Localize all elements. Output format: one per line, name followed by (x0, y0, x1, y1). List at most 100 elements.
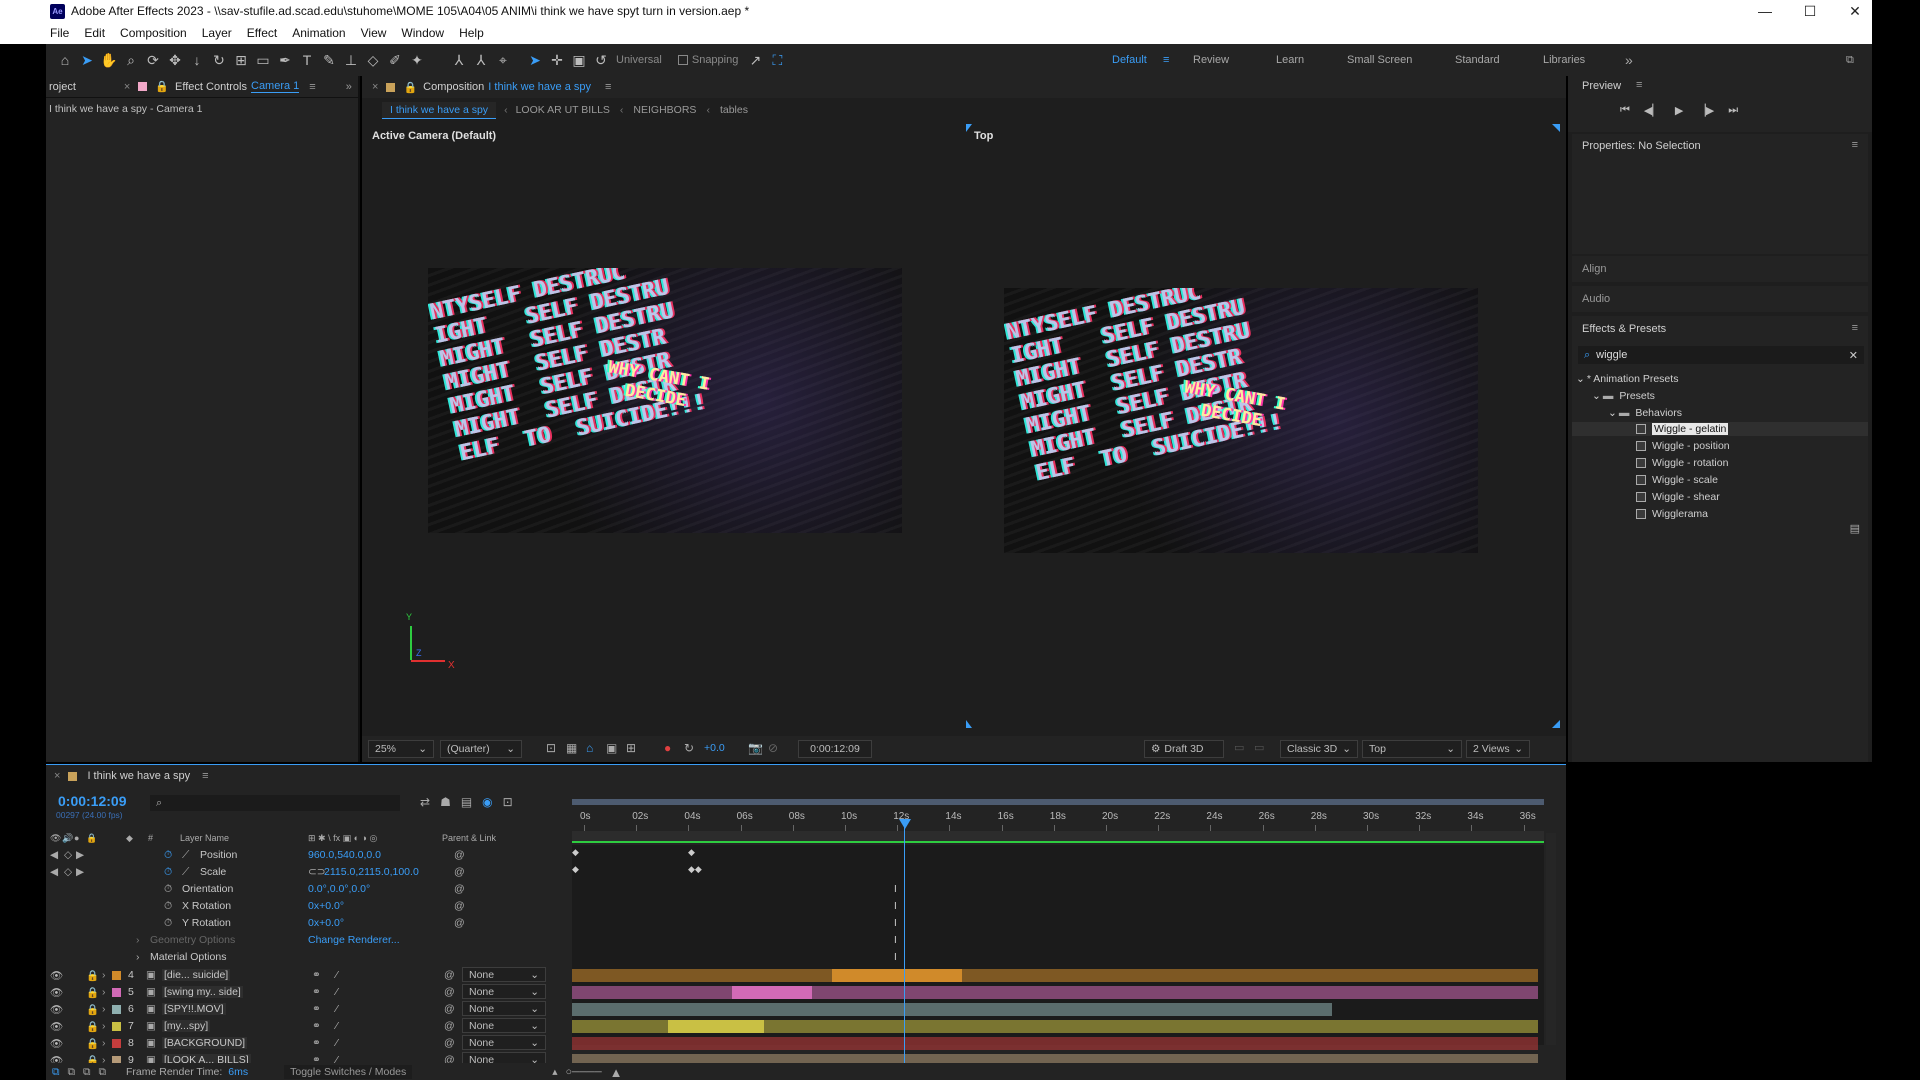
zoom-slider[interactable]: ○──── (566, 1066, 602, 1078)
close-timeline-icon[interactable]: × (54, 770, 60, 782)
parent-dropdown[interactable]: None ⌄ (462, 1001, 546, 1016)
rotate-tool-icon[interactable]: ↻ (208, 49, 230, 71)
lock-icon[interactable]: 🔒 (86, 1003, 99, 1016)
renderer-dropdown[interactable]: Classic 3D ⌄ (1280, 740, 1358, 758)
reset-exposure-icon[interactable]: ↻ (684, 741, 694, 755)
workspace-default[interactable]: Default (1112, 44, 1147, 76)
layer-row[interactable]: 👁 🔒 › 5 ▣ [swing my.. side] ⚭ ⁄ @ None ⌄ (46, 984, 568, 1000)
maximize-button[interactable]: ☐ (1790, 0, 1830, 22)
preset-item[interactable]: Wiggle - position (1636, 439, 1730, 453)
region-of-interest-icon[interactable]: ▣ (606, 741, 617, 755)
next-frame-icon[interactable]: ▕▶ (1697, 104, 1714, 117)
work-area-range[interactable] (572, 799, 1544, 805)
graph-editor-icon[interactable]: ⊡ (503, 795, 513, 809)
menu-edit[interactable]: Edit (84, 26, 105, 40)
views-layout-dropdown[interactable]: 2 Views ⌄ (1466, 740, 1530, 758)
composition-viewer[interactable]: Active Camera (Default) Top NTYSELF DEST… (362, 124, 1566, 736)
workspace-libraries[interactable]: Libraries (1543, 44, 1585, 76)
parent-dropdown[interactable]: None ⌄ (462, 967, 546, 982)
visibility-eye-icon[interactable]: 👁 (50, 1037, 63, 1050)
quality-switch-icon[interactable]: ⁄ (336, 1037, 338, 1049)
visibility-eye-icon[interactable]: 👁 (50, 969, 63, 982)
layer-row[interactable]: 👁 🔒 › 6 ▣ [SPY!!.MOV] ⚭ ⁄ @ None ⌄ (46, 1001, 568, 1017)
shy-switch-icon[interactable]: ⚭ (312, 1037, 321, 1049)
workspace-review[interactable]: Review (1193, 44, 1229, 76)
rotate-gizmo-icon[interactable]: ↺ (590, 49, 612, 71)
anchor-tool-icon[interactable]: ⊞ (230, 49, 252, 71)
menu-composition[interactable]: Composition (120, 26, 187, 40)
audio-panel[interactable]: Audio (1572, 286, 1868, 312)
layer-track-active[interactable] (732, 986, 812, 999)
shy-switch-icon[interactable]: ⚭ (312, 969, 321, 981)
project-tab[interactable]: roject (49, 81, 76, 93)
magnification-dropdown[interactable]: 25% ⌄ (368, 740, 434, 758)
pickwhip-icon[interactable]: @ (444, 969, 455, 981)
pickwhip-icon[interactable]: @ (444, 1020, 455, 1032)
workspace-small-screen[interactable]: Small Screen (1347, 44, 1412, 76)
in-out-icon[interactable]: ⧉ (83, 1066, 91, 1079)
effects-menu-icon[interactable]: ≡ (1852, 322, 1858, 334)
change-renderer-link[interactable]: Change Renderer... (308, 934, 400, 946)
expand-arrow-icon[interactable]: › (102, 1003, 106, 1015)
render-time-icon[interactable]: ⧉ (99, 1066, 107, 1079)
pickwhip-icon[interactable]: @ (444, 1037, 455, 1049)
layer-track-bar[interactable] (572, 1003, 1332, 1016)
play-icon[interactable]: ▶ (1675, 104, 1683, 117)
timeline-scrollbar[interactable] (1546, 833, 1556, 1045)
transparency-grid-icon[interactable]: ▦ (566, 741, 577, 755)
breadcrumb-item-0[interactable]: I think we have a spy (382, 101, 497, 119)
scale-gizmo-icon[interactable]: ▣ (568, 49, 590, 71)
layer-row[interactable]: 👁 🔒 › 8 ▣ [BACKGROUND] ⚭ ⁄ @ None ⌄ (46, 1035, 568, 1051)
layer-row[interactable]: 👁 🔒 › 4 ▣ [die... suicide] ⚭ ⁄ @ None ⌄ (46, 967, 568, 983)
pickwhip-icon[interactable]: @ (444, 1003, 455, 1015)
brush-tool-icon[interactable]: ✎ (318, 49, 340, 71)
composition-tab-name[interactable]: I think we have a spy (488, 81, 591, 93)
audio-title[interactable]: Audio (1582, 293, 1610, 305)
ground-plane-icon[interactable]: ▭ (1254, 741, 1264, 754)
resolution-dropdown[interactable]: (Quarter) ⌄ (440, 740, 522, 758)
new-preset-icon[interactable]: ▤ (1850, 522, 1860, 535)
home-icon[interactable]: ⌂ (54, 49, 76, 71)
property-row-material-options[interactable]: › Material Options (46, 949, 568, 965)
layer-name[interactable]: [swing my.. side] (162, 986, 243, 998)
properties-menu-icon[interactable]: ≡ (1852, 139, 1858, 151)
expand-arrow-icon[interactable]: › (102, 1020, 106, 1032)
clear-search-icon[interactable]: ✕ (1849, 349, 1858, 362)
expand-arrow-icon[interactable]: › (102, 969, 106, 981)
zoom-in-icon[interactable]: ▲ (610, 1065, 623, 1080)
mask-visibility-icon[interactable]: ⌂ (586, 741, 593, 755)
visibility-eye-icon[interactable]: 👁 (50, 1020, 63, 1033)
menu-help[interactable]: Help (459, 26, 484, 40)
roto-brush-icon[interactable]: ✐ (384, 49, 406, 71)
breadcrumb-item-2[interactable]: NEIGHBORS (633, 104, 696, 116)
close-comp-tab-icon[interactable]: × (372, 81, 378, 93)
layer-name[interactable]: [BACKGROUND] (162, 1037, 248, 1049)
pickwhip-icon[interactable]: @ (444, 986, 455, 998)
timeline-current-time[interactable]: 0:00:12:09 (58, 793, 127, 809)
close-tab-icon[interactable]: × (124, 81, 130, 93)
snap-feature-icon[interactable]: ⛶ (766, 49, 788, 71)
clone-stamp-icon[interactable]: ⊥ (340, 49, 362, 71)
lock-icon[interactable]: 🔒 (155, 80, 169, 93)
layer-name[interactable]: [my...spy] (162, 1020, 211, 1032)
effect-controls-target[interactable]: Camera 1 (251, 80, 300, 93)
transfer-controls-icon[interactable]: ⧉ (68, 1066, 76, 1079)
preset-item[interactable]: Wiggle - scale (1636, 473, 1718, 487)
extended-viewer-icon[interactable]: ▭ (1234, 741, 1244, 754)
universal-select-icon[interactable]: ➤ (524, 49, 546, 71)
timeline-menu-icon[interactable]: ≡ (202, 770, 208, 782)
workspace-standard[interactable]: Standard (1455, 44, 1500, 76)
workspace-menu-icon[interactable]: ≡ (1163, 44, 1169, 76)
dolly-camera-icon[interactable]: ↓ (186, 49, 208, 71)
effects-search-input[interactable]: wiggle (1596, 349, 1627, 361)
draft-3d-icon[interactable]: ☗ (440, 795, 451, 809)
show-snapshot-icon[interactable]: ⊘ (768, 741, 778, 755)
property-row-x-rotation[interactable]: ⏱ X Rotation 0x+0.0° @ (46, 898, 568, 914)
fast-preview-icon[interactable]: ⊡ (546, 741, 556, 755)
current-time-display[interactable]: 0:00:12:09 (798, 740, 872, 758)
preview-menu-icon[interactable]: ≡ (1636, 79, 1642, 91)
label-color-swatch[interactable] (112, 1039, 121, 1048)
menu-layer[interactable]: Layer (202, 26, 232, 40)
menu-view[interactable]: View (361, 26, 387, 40)
move-gizmo-icon[interactable]: ✛ (546, 49, 568, 71)
